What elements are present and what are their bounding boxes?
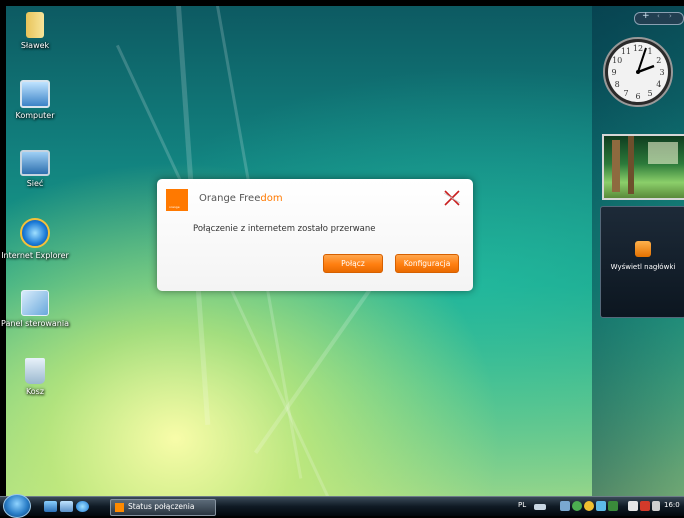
taskbar: Status połączenia PL 16:0 xyxy=(0,494,684,518)
clock-number: 3 xyxy=(659,68,664,77)
desktop-icon-user-folder[interactable]: Sławek xyxy=(0,12,70,50)
clock-number: 1 xyxy=(647,47,652,56)
prev-icon[interactable]: ‹ xyxy=(657,12,660,20)
clock-number: 6 xyxy=(635,92,640,101)
desktop-icon-network[interactable]: Sieć xyxy=(0,150,70,188)
orange-app-icon xyxy=(115,503,124,512)
slideshow-tree xyxy=(628,136,634,194)
dialog-title: Orange Freedom xyxy=(199,193,283,204)
start-button[interactable] xyxy=(3,494,31,518)
switch-windows-icon[interactable] xyxy=(60,501,73,512)
desktop-icon-recycle-bin[interactable]: Kosz xyxy=(0,358,70,396)
clock-time[interactable]: 16:0 xyxy=(664,501,680,509)
tray-app-icon[interactable] xyxy=(596,501,606,511)
network-status-icon[interactable] xyxy=(572,501,582,511)
desktop-icon-label: Panel sterowania xyxy=(1,319,69,328)
close-icon[interactable] xyxy=(441,187,463,209)
desktop-icon-internet-explorer[interactable]: Internet Explorer xyxy=(0,218,70,260)
clock-gadget[interactable]: 12 12 3 45678 9 1011 xyxy=(602,36,674,108)
clock-number: 9 xyxy=(611,68,616,77)
show-desktop-icon[interactable] xyxy=(44,501,57,512)
tray-app-icon[interactable] xyxy=(608,501,618,511)
slideshow-tree xyxy=(612,140,620,192)
desktop-icon-label: Komputer xyxy=(15,111,55,120)
configuration-button[interactable]: Konfiguracja xyxy=(395,254,459,273)
desktop-icon-label: Kosz xyxy=(25,387,45,396)
dialog-message: Połączenie z internetem zostało przerwan… xyxy=(193,224,376,234)
clock-number: 10 xyxy=(612,56,622,65)
slideshow-gadget[interactable] xyxy=(602,134,684,200)
clock-number: 4 xyxy=(656,80,661,89)
sidebar-controls: + ‹ › xyxy=(634,11,684,25)
language-indicator[interactable]: PL xyxy=(518,501,526,509)
network-icon xyxy=(20,150,50,176)
internet-explorer-quicklaunch-icon[interactable] xyxy=(76,501,89,512)
recycle-bin-icon xyxy=(25,358,45,384)
clock-number: 8 xyxy=(615,80,620,89)
security-icon[interactable] xyxy=(584,501,594,511)
tray-app-icon[interactable] xyxy=(628,501,638,511)
feed-headlines-gadget[interactable]: Wyświetl nagłówki xyxy=(600,206,684,318)
slideshow-light xyxy=(648,142,678,164)
folder-icon xyxy=(26,12,44,38)
clock-number: 11 xyxy=(621,47,631,56)
connect-button[interactable]: Połącz xyxy=(323,254,383,273)
tray-app-icon[interactable] xyxy=(560,501,570,511)
volume-icon[interactable] xyxy=(652,501,660,511)
orange-freedom-dialog: orange Orange Freedom Połączenie z inter… xyxy=(157,179,473,291)
internet-explorer-icon xyxy=(20,218,50,248)
desktop-icon-control-panel[interactable]: Panel sterowania xyxy=(0,290,70,328)
clock-number: 5 xyxy=(647,89,652,98)
desktop-icon-label: Sieć xyxy=(26,179,44,188)
control-panel-icon xyxy=(21,290,49,316)
add-gadget-icon[interactable]: + xyxy=(642,11,650,21)
clock-number: 2 xyxy=(656,56,661,65)
orange-logo: orange xyxy=(166,189,188,211)
rss-icon xyxy=(635,241,651,257)
next-icon[interactable]: › xyxy=(669,12,672,20)
computer-icon xyxy=(20,80,50,108)
desktop-icon-computer[interactable]: Komputer xyxy=(0,80,70,120)
taskbar-item-connection-status[interactable]: Status połączenia xyxy=(110,499,216,516)
keyboard-icon[interactable] xyxy=(534,504,546,510)
clock-number: 12 xyxy=(633,44,643,53)
tray-alert-icon[interactable] xyxy=(640,501,650,511)
windows-sidebar: + ‹ › 12 1 2 3 4 5 6 7 8 9 10 11 Wyświetl nagłówki xyxy=(592,6,684,496)
clock-number: 7 xyxy=(623,89,628,98)
taskbar-item-label: Status połączenia xyxy=(128,502,195,511)
feed-label[interactable]: Wyświetl nagłówki xyxy=(601,263,684,271)
desktop-icon-label: Sławek xyxy=(20,41,50,50)
desktop-icon-label: Internet Explorer xyxy=(1,251,69,260)
